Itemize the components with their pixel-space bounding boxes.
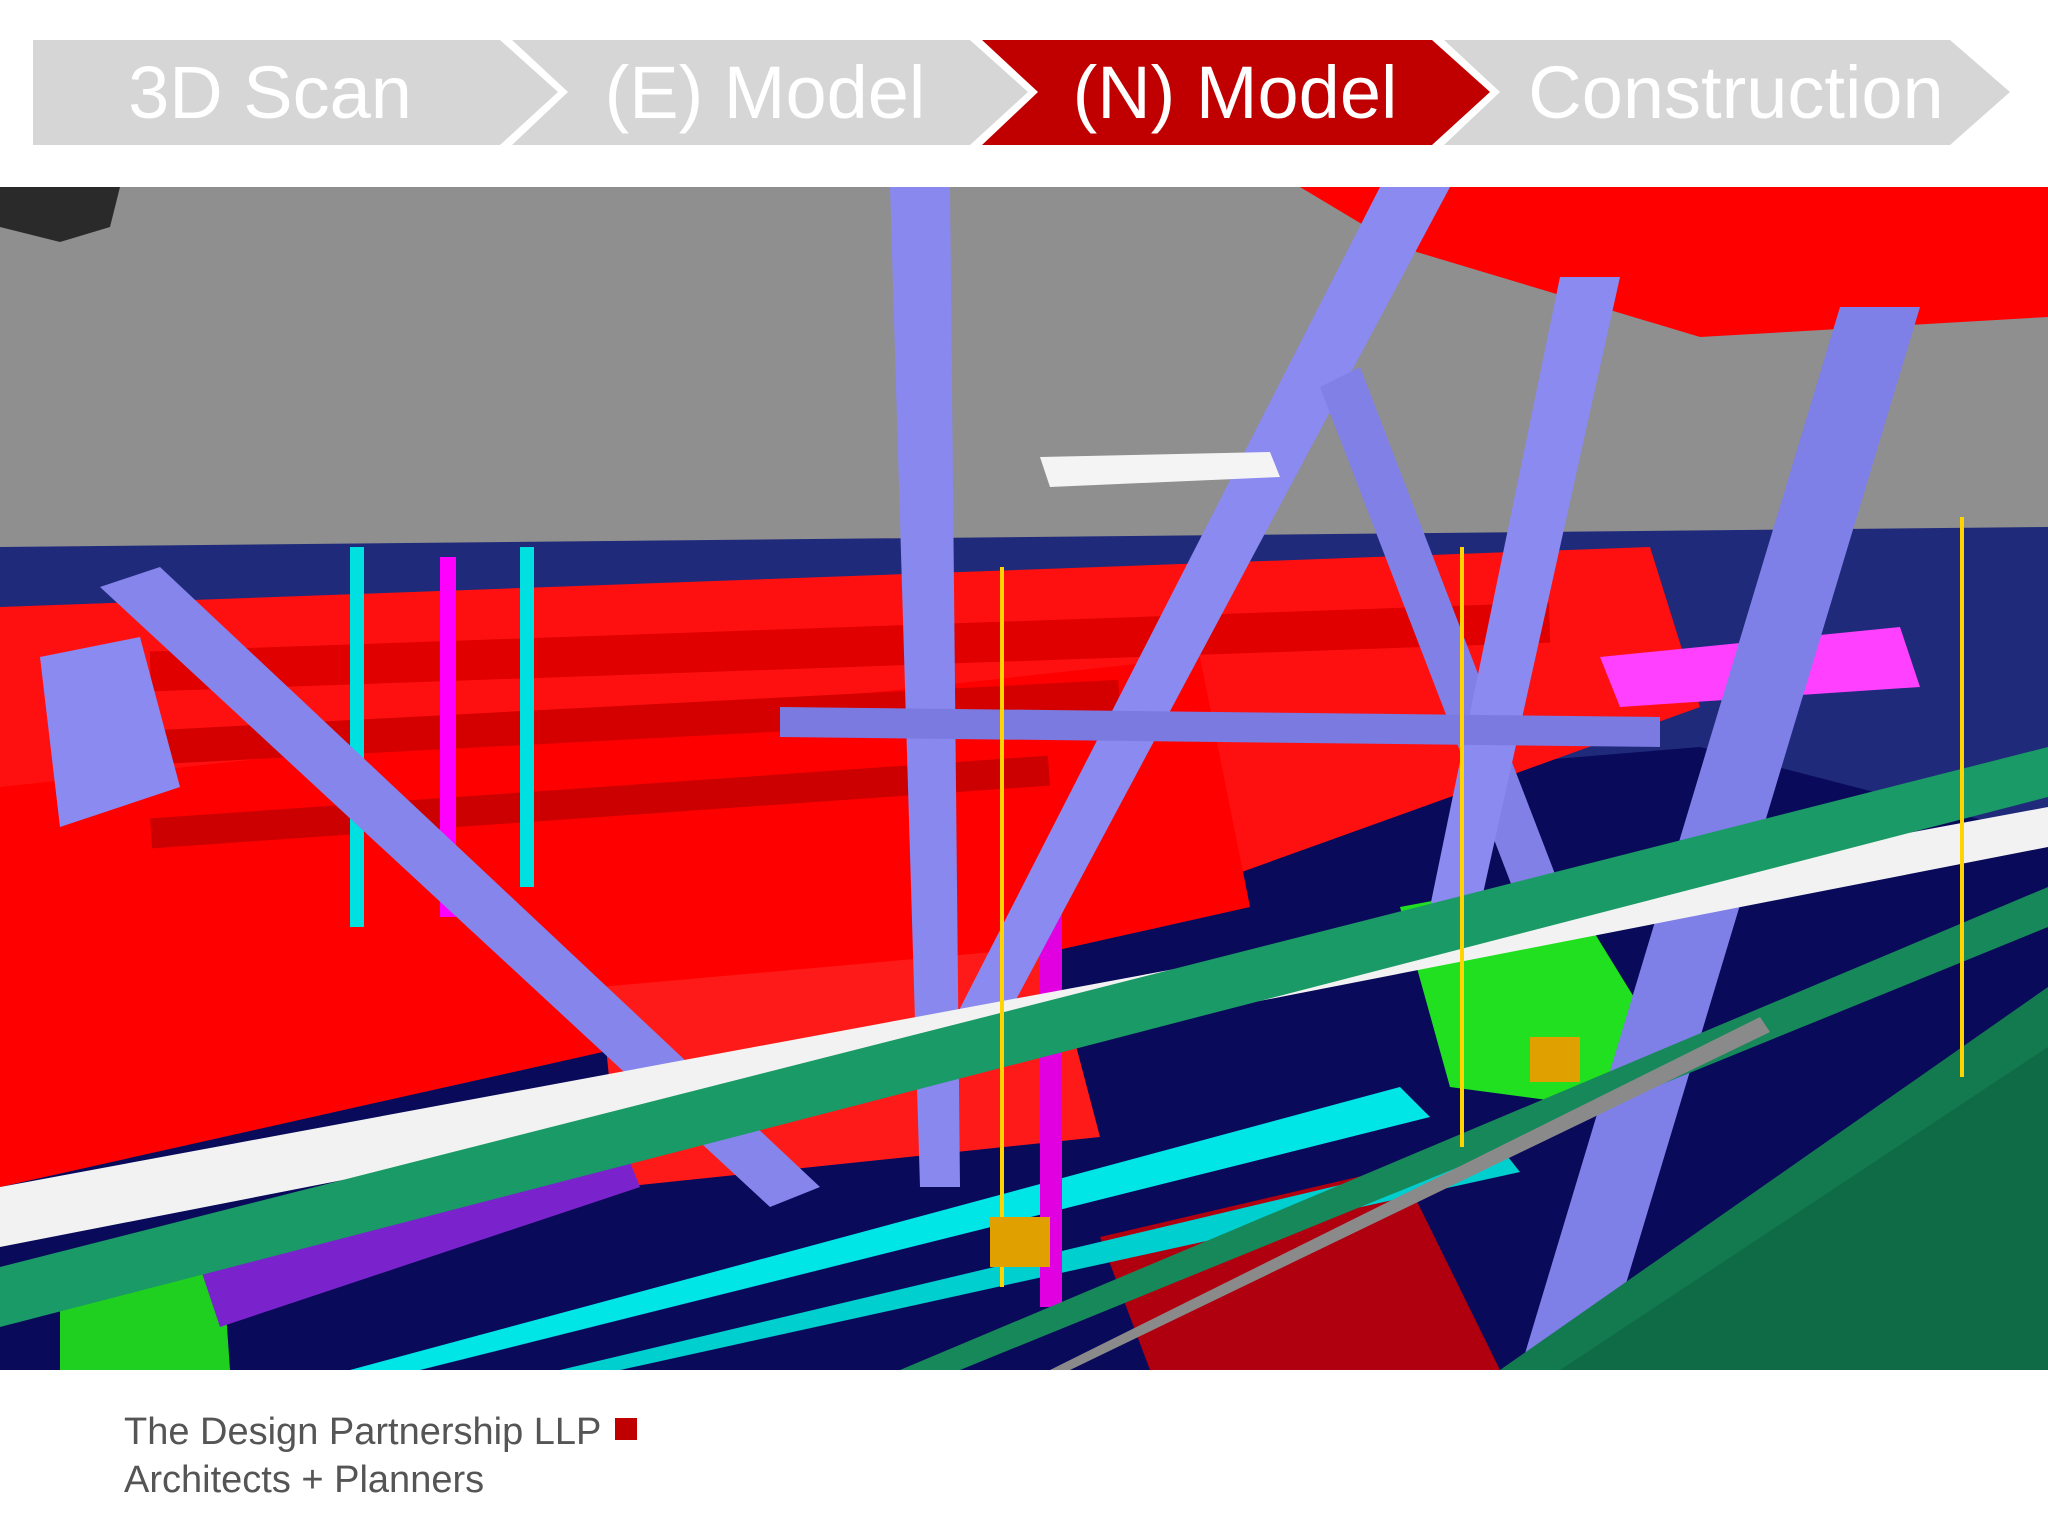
bim-model-illustration bbox=[0, 187, 2048, 1370]
bim-model-render bbox=[0, 187, 2048, 1370]
footer: The Design Partnership LLP Architects + … bbox=[124, 1408, 638, 1504]
step-label-n-model: (N) Model bbox=[1072, 50, 1398, 134]
brand-square-icon bbox=[615, 1418, 638, 1440]
company-name: The Design Partnership LLP bbox=[124, 1411, 602, 1453]
company-tagline: Architects + Planners bbox=[124, 1459, 485, 1501]
process-step-bar: 3D Scan (E) Model (N) Model Construction bbox=[0, 0, 2048, 180]
footer-company-line: The Design Partnership LLP bbox=[124, 1408, 638, 1456]
step-label-e-model: (E) Model bbox=[604, 50, 926, 134]
step-label-3d-scan: 3D Scan bbox=[128, 50, 412, 134]
step-label-construction: Construction bbox=[1528, 50, 1944, 134]
